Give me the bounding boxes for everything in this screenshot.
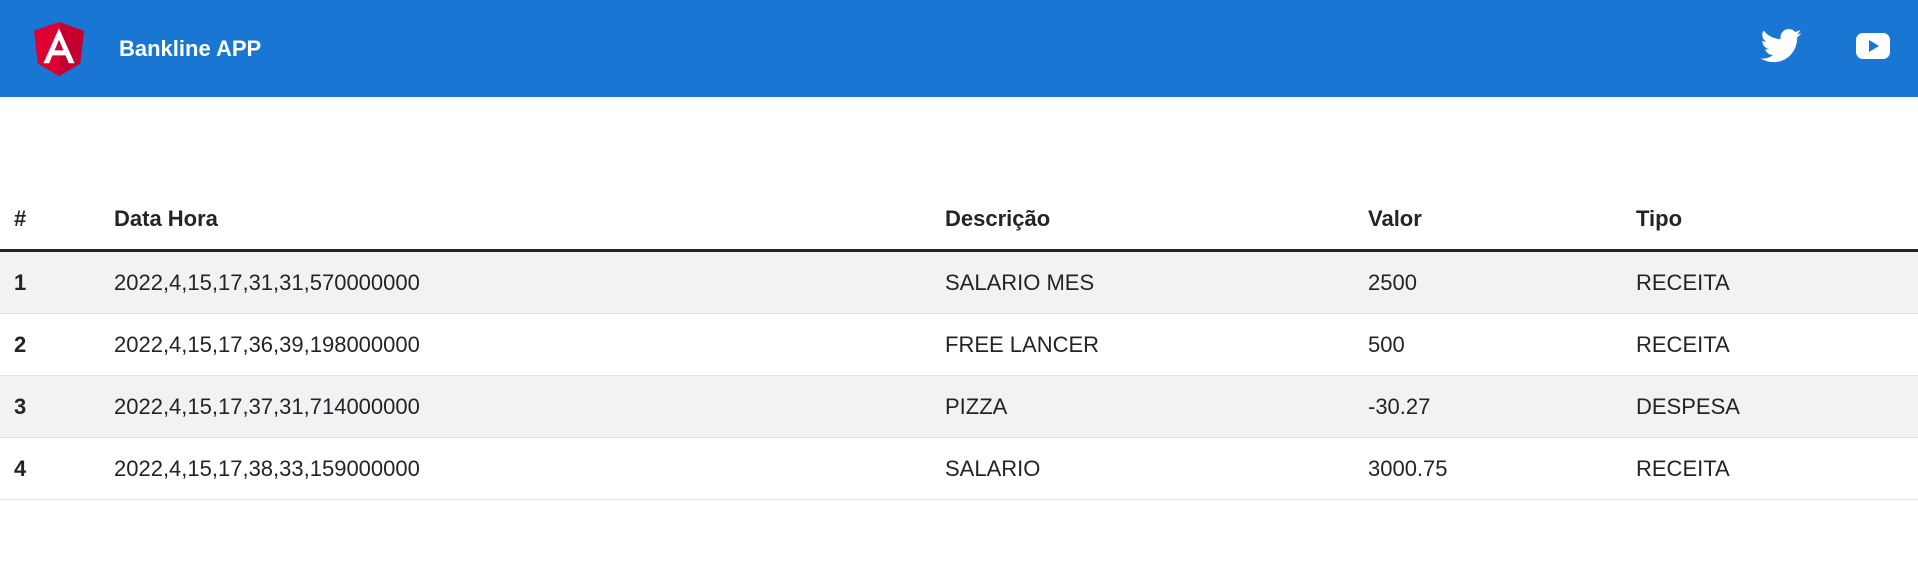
column-header-descricao: Descrição [945, 189, 1368, 252]
app-title: Bankline APP [119, 36, 262, 61]
youtube-link[interactable] [1854, 0, 1892, 97]
cell-tipo: RECEITA [1636, 437, 1918, 500]
cell-data-hora: 2022,4,15,17,31,31,570000000 [114, 250, 945, 314]
cell-tipo: RECEITA [1636, 313, 1918, 376]
cell-valor: 2500 [1368, 250, 1636, 314]
cell-data-hora: 2022,4,15,17,38,33,159000000 [114, 437, 945, 500]
table-row: 3 2022,4,15,17,37,31,714000000 PIZZA -30… [0, 375, 1918, 438]
table-header-row: # Data Hora Descrição Valor Tipo [0, 189, 1918, 252]
cell-descricao: SALARIO MES [945, 250, 1368, 314]
cell-valor: -30.27 [1368, 375, 1636, 438]
cell-data-hora: 2022,4,15,17,37,31,714000000 [114, 375, 945, 438]
twitter-icon [1760, 29, 1802, 68]
cell-descricao: FREE LANCER [945, 313, 1368, 376]
cell-descricao: PIZZA [945, 375, 1368, 438]
transactions-table-container: # Data Hora Descrição Valor Tipo 1 2022,… [0, 189, 1918, 500]
cell-index: 4 [0, 437, 114, 500]
app-toolbar: Bankline APP [0, 0, 1918, 97]
cell-index: 3 [0, 375, 114, 438]
column-header-index: # [0, 189, 114, 252]
column-header-valor: Valor [1368, 189, 1636, 252]
column-header-tipo: Tipo [1636, 189, 1918, 252]
youtube-icon [1856, 33, 1890, 64]
twitter-link[interactable] [1758, 0, 1804, 97]
transactions-table: # Data Hora Descrição Valor Tipo 1 2022,… [0, 189, 1918, 500]
cell-valor: 500 [1368, 313, 1636, 376]
angular-logo-icon[interactable] [34, 22, 84, 76]
cell-tipo: DESPESA [1636, 375, 1918, 438]
cell-valor: 3000.75 [1368, 437, 1636, 500]
cell-index: 2 [0, 313, 114, 376]
table-row: 1 2022,4,15,17,31,31,570000000 SALARIO M… [0, 250, 1918, 314]
cell-tipo: RECEITA [1636, 250, 1918, 314]
column-header-data-hora: Data Hora [114, 189, 945, 252]
table-row: 2 2022,4,15,17,36,39,198000000 FREE LANC… [0, 313, 1918, 376]
cell-data-hora: 2022,4,15,17,36,39,198000000 [114, 313, 945, 376]
cell-descricao: SALARIO [945, 437, 1368, 500]
cell-index: 1 [0, 250, 114, 314]
table-row: 4 2022,4,15,17,38,33,159000000 SALARIO 3… [0, 437, 1918, 500]
